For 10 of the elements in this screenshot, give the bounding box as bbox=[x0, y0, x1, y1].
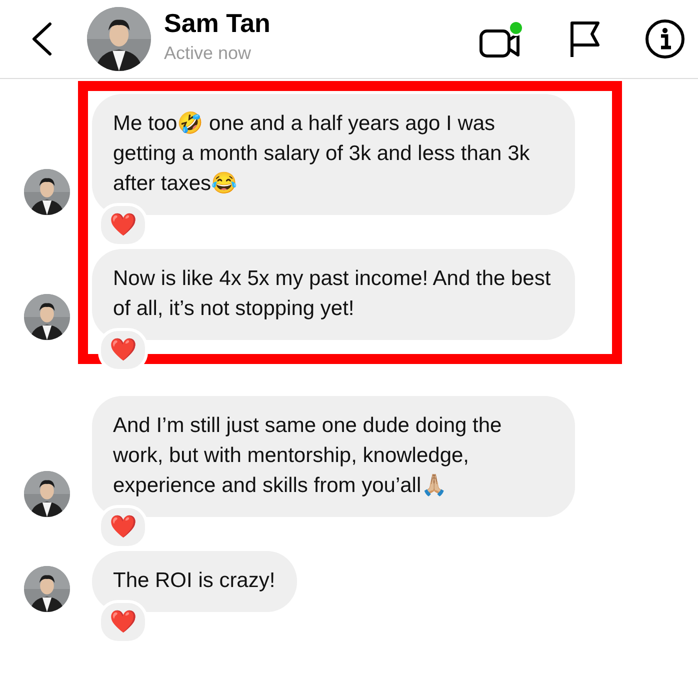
contact-name: Sam Tan bbox=[164, 8, 272, 39]
info-icon[interactable] bbox=[644, 18, 686, 60]
reaction-badge[interactable]: ❤ bbox=[98, 505, 148, 549]
reaction-badge[interactable]: ❤ bbox=[98, 600, 148, 644]
back-icon[interactable] bbox=[30, 22, 54, 56]
status-text: Active now bbox=[164, 43, 252, 64]
video-call-icon[interactable] bbox=[478, 19, 524, 59]
reaction-badge[interactable]: ❤ bbox=[98, 328, 148, 372]
reaction-badge[interactable]: ❤ bbox=[98, 203, 148, 247]
flag-icon[interactable] bbox=[568, 19, 602, 59]
